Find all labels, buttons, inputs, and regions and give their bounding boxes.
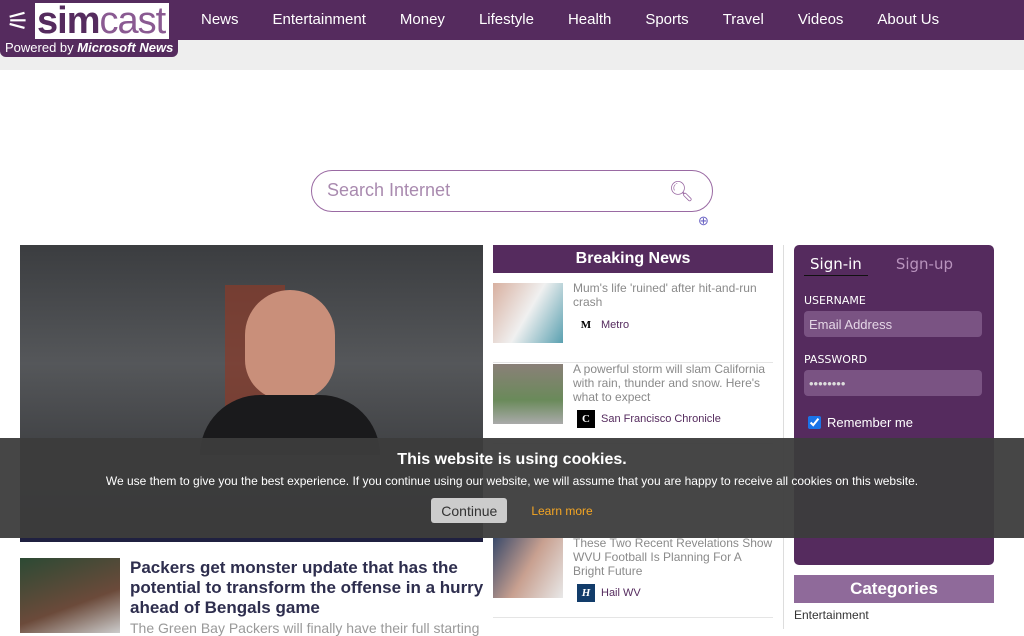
remember-me-label: Remember me bbox=[827, 415, 913, 430]
zoom-in-icon[interactable]: ⊕ bbox=[698, 213, 709, 229]
password-label: PASSWORD bbox=[804, 353, 868, 366]
nav-health[interactable]: Health bbox=[551, 0, 628, 40]
cookie-banner: This website is using cookies. We use th… bbox=[0, 438, 1024, 538]
story-title[interactable]: Packers get monster update that has the … bbox=[130, 558, 485, 618]
powered-by: Powered by Microsoft News bbox=[5, 40, 173, 55]
tab-signup[interactable]: Sign-up bbox=[896, 255, 953, 276]
column-divider bbox=[783, 245, 784, 629]
news-source: M Metro bbox=[577, 316, 629, 334]
logo-wordmark: simcast bbox=[35, 0, 169, 42]
nav-news[interactable]: News bbox=[184, 0, 256, 40]
news-thumbnail bbox=[493, 283, 563, 343]
nav-entertainment[interactable]: Entertainment bbox=[256, 0, 383, 40]
metro-logo-icon: M bbox=[577, 316, 595, 334]
news-thumbnail bbox=[493, 364, 563, 424]
logo-bold: sim bbox=[37, 0, 100, 42]
password-input[interactable] bbox=[804, 370, 982, 396]
source-name: Metro bbox=[601, 319, 630, 331]
username-label: USERNAME bbox=[804, 294, 866, 307]
nav-lifestyle[interactable]: Lifestyle bbox=[462, 0, 551, 40]
news-title[interactable]: A powerful storm will slam California wi… bbox=[573, 362, 773, 404]
tab-signin[interactable]: Sign-in bbox=[804, 255, 868, 276]
remember-me-checkbox[interactable] bbox=[808, 416, 821, 429]
news-item[interactable]: Mum's life 'ruined' after hit-and-run cr… bbox=[493, 281, 773, 363]
source-name: Hail WV bbox=[601, 587, 641, 599]
news-item[interactable]: These Two Recent Revelations Show WVU Fo… bbox=[493, 536, 773, 618]
site-logo[interactable]: ⚟ simcast Powered by Microsoft News bbox=[0, 0, 178, 57]
news-title[interactable]: These Two Recent Revelations Show WVU Fo… bbox=[573, 536, 773, 578]
nav-money[interactable]: Money bbox=[383, 0, 462, 40]
cookie-text: We use them to give you the best experie… bbox=[105, 474, 919, 488]
username-input[interactable] bbox=[804, 311, 982, 337]
story-summary: The Green Bay Packers will finally have … bbox=[130, 620, 480, 636]
hero-person bbox=[245, 290, 335, 400]
categories-title: Categories bbox=[794, 575, 994, 603]
radio-tower-icon: ⚟ bbox=[6, 6, 30, 36]
main-nav: News Entertainment Money Lifestyle Healt… bbox=[184, 0, 956, 40]
nav-sports[interactable]: Sports bbox=[628, 0, 705, 40]
continue-button[interactable]: Continue bbox=[431, 498, 508, 523]
source-name: San Francisco Chronicle bbox=[601, 413, 721, 425]
chronicle-logo-icon: C bbox=[577, 410, 595, 428]
news-source: C San Francisco Chronicle bbox=[577, 410, 721, 428]
breaking-news-title: Breaking News bbox=[493, 245, 773, 273]
powered-by-brand: Microsoft News bbox=[77, 40, 174, 55]
news-source: H Hail WV bbox=[577, 584, 641, 602]
remember-me[interactable]: Remember me bbox=[808, 415, 913, 430]
news-thumbnail bbox=[493, 538, 563, 598]
search-input[interactable] bbox=[327, 180, 657, 201]
nav-videos[interactable]: Videos bbox=[781, 0, 861, 40]
nav-travel[interactable]: Travel bbox=[706, 0, 781, 40]
hero-caption-bar bbox=[20, 538, 483, 542]
search-bar: 🔍︎ bbox=[311, 170, 713, 212]
story-thumbnail[interactable] bbox=[20, 558, 120, 633]
category-item[interactable]: Entertainment bbox=[794, 608, 869, 622]
learn-more-link[interactable]: Learn more bbox=[531, 504, 592, 518]
logo-light: cast bbox=[99, 0, 166, 42]
search-icon[interactable]: 🔍︎ bbox=[669, 179, 694, 204]
news-title[interactable]: Mum's life 'ruined' after hit-and-run cr… bbox=[573, 281, 773, 309]
hailwv-logo-icon: H bbox=[577, 584, 595, 602]
cookie-title: This website is using cookies. bbox=[397, 451, 627, 468]
news-item[interactable]: A powerful storm will slam California wi… bbox=[493, 362, 773, 444]
powered-prefix: Powered by bbox=[5, 40, 78, 55]
breaking-news: Breaking News Mum's life 'ruined' after … bbox=[493, 245, 773, 618]
nav-about-us[interactable]: About Us bbox=[860, 0, 956, 40]
